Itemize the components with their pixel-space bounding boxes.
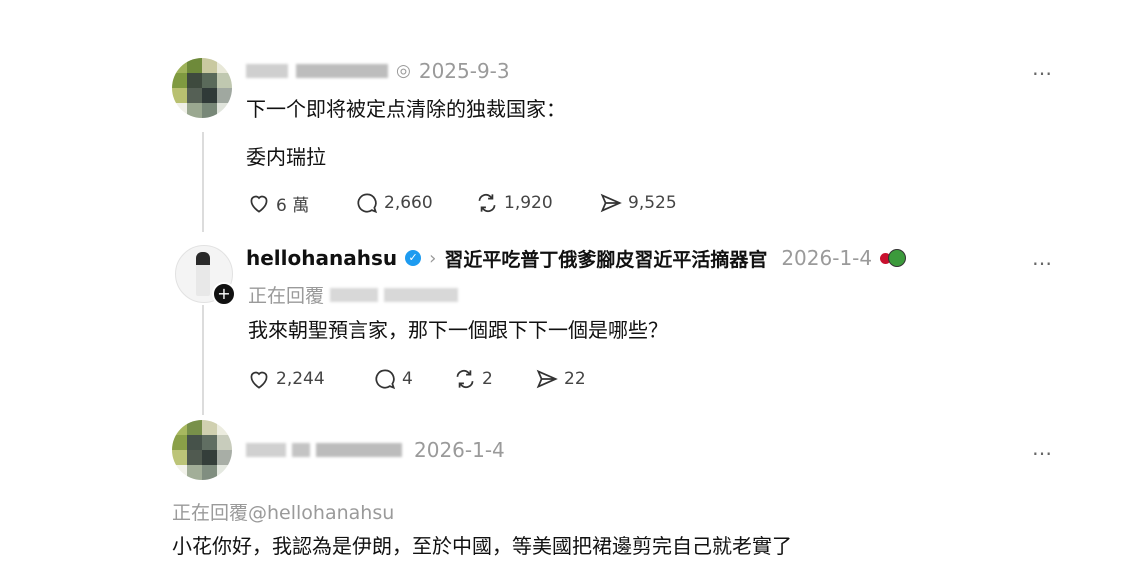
reply-count: 4	[402, 369, 413, 389]
heart-icon	[250, 371, 268, 389]
repost-icon	[478, 193, 496, 213]
send-icon	[600, 193, 622, 213]
more-options-button[interactable]: …	[1032, 56, 1053, 80]
post-text: 小花你好，我認為是伊朗，至於中國，等美國把裙邊剪完自己就老實了	[172, 534, 792, 558]
avatar[interactable]	[172, 420, 232, 480]
replying-prefix: 正在回覆	[248, 285, 325, 307]
emoji-badge-icon	[880, 249, 907, 267]
replying-to[interactable]: 正在回覆	[248, 281, 459, 308]
repost-count: 2	[482, 369, 493, 389]
blurred-username	[330, 287, 379, 302]
blurred-username	[246, 64, 288, 78]
follow-plus-icon[interactable]: +	[212, 282, 236, 306]
heart-icon	[250, 195, 268, 213]
repost-count: 1,920	[504, 193, 553, 213]
blurred-username	[316, 443, 402, 457]
user-bio: 習近平吃普丁俄爹腳皮習近平活摘器官	[444, 248, 768, 271]
reply-icon	[375, 369, 396, 390]
post-actions: 6 萬 2,660 1,920 9,525	[246, 190, 677, 216]
reply-count: 2,660	[384, 193, 433, 213]
send-icon	[536, 369, 558, 389]
like-button[interactable]: 6 萬	[246, 190, 354, 216]
repost-icon	[456, 369, 474, 389]
more-options-button[interactable]: …	[1032, 436, 1053, 460]
reply-text: 我來朝聖預言家，那下一個跟下下一個是哪些？	[248, 318, 668, 342]
share-button[interactable]: 22	[534, 366, 586, 392]
like-button[interactable]: 2,244	[246, 366, 372, 392]
chevron-right-icon: ›	[429, 247, 437, 269]
repost-button[interactable]: 1,920	[474, 190, 598, 216]
thread-line	[202, 305, 204, 415]
username[interactable]: hellohanahsu	[246, 246, 397, 270]
like-count: 6 萬	[276, 195, 310, 216]
post-date: 2025-9-3	[418, 59, 510, 83]
blurred-username	[296, 64, 388, 78]
replying-to[interactable]: 正在回覆@hellohanahsu	[172, 498, 394, 525]
post-date: 2026-1-4	[414, 438, 505, 462]
reply-button[interactable]: 4	[372, 366, 452, 392]
post-author[interactable]: 2026-1-4	[246, 438, 505, 462]
repost-button[interactable]: 2	[452, 366, 534, 392]
share-count: 9,525	[628, 193, 677, 213]
share-count: 22	[564, 369, 586, 389]
blurred-username	[246, 443, 286, 457]
thread-line	[202, 132, 204, 232]
reply-icon	[357, 193, 378, 214]
avatar[interactable]	[172, 58, 232, 118]
post-author[interactable]: ◎ 2025-9-3	[246, 59, 510, 83]
blurred-username	[384, 287, 459, 302]
more-options-button[interactable]: …	[1032, 246, 1053, 270]
globe-icon: ◎	[396, 61, 411, 81]
reply-actions: 2,244 4 2 22	[246, 366, 586, 392]
post-date: 2026-1-4	[781, 246, 873, 270]
reply-button[interactable]: 2,660	[354, 190, 474, 216]
avatar-figure	[196, 252, 210, 296]
reply-header: hellohanahsu ✓ › 習近平吃普丁俄爹腳皮習近平活摘器官 2026-…	[246, 245, 907, 271]
share-button[interactable]: 9,525	[598, 190, 677, 216]
blurred-username	[292, 443, 310, 457]
verified-badge-icon: ✓	[405, 250, 422, 266]
post-text: 委内瑞拉	[246, 145, 326, 169]
post-text: 下一个即将被定点清除的独裁国家：	[246, 97, 566, 121]
like-count: 2,244	[276, 369, 325, 389]
